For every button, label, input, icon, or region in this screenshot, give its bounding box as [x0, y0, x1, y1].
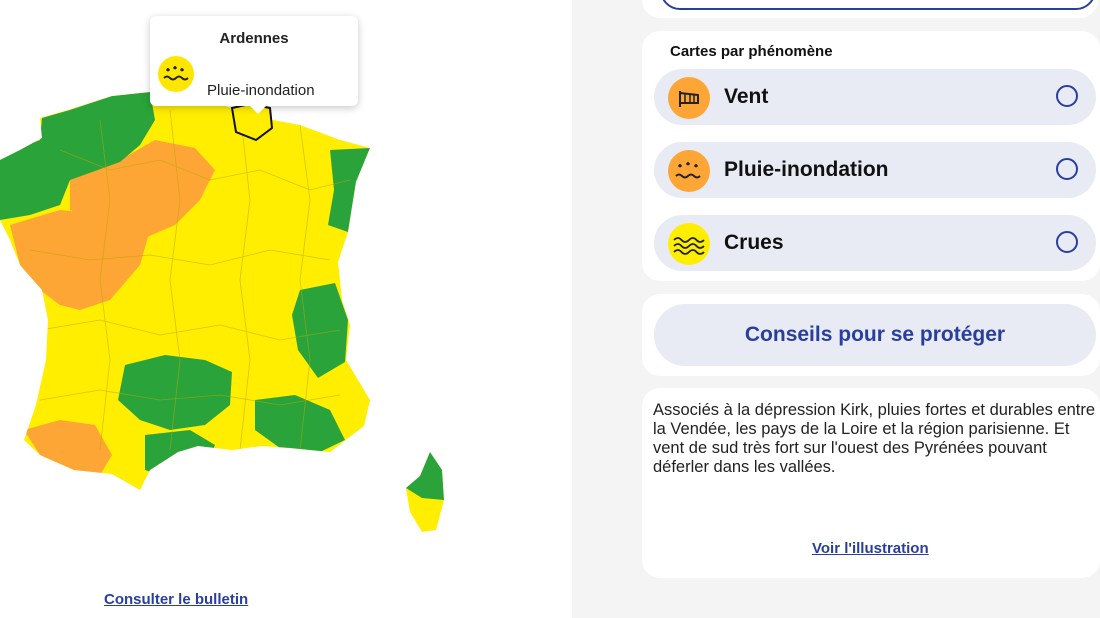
map-panel: Ardennes Pluie-inondation Consulter le b…	[0, 0, 572, 618]
phenomenon-option-crues[interactable]: Crues	[654, 215, 1096, 271]
advice-button[interactable]: Conseils pour se protéger	[654, 304, 1096, 366]
top-pill-button[interactable]	[660, 0, 1096, 10]
tooltip-phenomenon: Pluie-inondation	[207, 82, 315, 99]
rain-flood-icon	[668, 150, 710, 192]
wind-icon	[668, 77, 710, 119]
consult-bulletin-link[interactable]: Consulter le bulletin	[104, 591, 248, 608]
weather-description: Associés à la dépression Kirk, pluies fo…	[653, 401, 1096, 476]
rain-flood-icon	[158, 56, 194, 92]
department-tooltip: Ardennes Pluie-inondation	[150, 16, 358, 114]
phenomenon-label: Crues	[724, 231, 784, 254]
phenomena-title: Cartes par phénomène	[670, 43, 833, 60]
radio-button[interactable]	[1056, 231, 1078, 253]
radio-button[interactable]	[1056, 85, 1078, 107]
view-illustration-link[interactable]: Voir l'illustration	[812, 540, 929, 557]
phenomenon-option-pluie-inondation[interactable]: Pluie-inondation	[654, 142, 1096, 198]
phenomenon-label: Vent	[724, 85, 769, 108]
tooltip-department-name: Ardennes	[219, 30, 289, 47]
radio-button[interactable]	[1056, 158, 1078, 180]
flood-waves-icon	[668, 223, 710, 265]
phenomenon-option-vent[interactable]: Vent	[654, 69, 1096, 125]
green-zone-east	[328, 148, 370, 232]
phenomenon-label: Pluie-inondation	[724, 158, 889, 181]
